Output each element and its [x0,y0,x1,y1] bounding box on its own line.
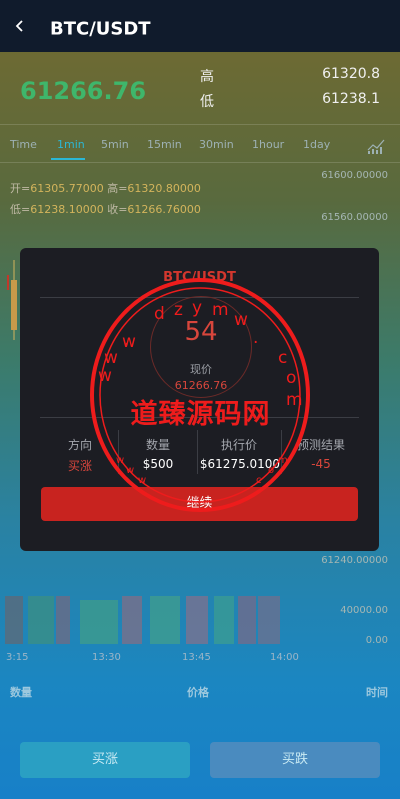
low-value: 61238.1 [322,91,380,107]
x-tick-label: 3:15 [6,652,29,663]
low-stat-label: 低= [10,203,31,216]
prediction-result-value: -45 [311,457,331,471]
tab-30min[interactable]: 30min [199,138,234,151]
tab-15min[interactable]: 15min [147,138,182,151]
current-price-label: 现价 [190,363,212,376]
column-header-quantity: 数量 [10,686,32,699]
high-label: 高 [200,69,214,85]
volume-tick-label: 40000.00 [340,605,388,616]
tab-time[interactable]: Time [10,138,37,151]
y-tick-label: 61240.00000 [321,555,388,566]
high-value: 61320.8 [322,66,380,82]
column-header-price: 价格 [187,686,209,699]
top-bar: BTC/USDT [0,0,400,52]
tab-1day[interactable]: 1day [303,138,330,151]
modal-title: BTC/USDT [163,270,236,285]
high-stat-label: 高= [107,182,128,195]
active-tab-indicator [51,158,85,160]
prediction-result-header: 预测结果 [296,438,345,452]
buy-down-button[interactable]: 买跌 [210,742,380,778]
high-stat-value: 61320.80000 [127,182,201,195]
quantity-value: $500 [142,457,174,471]
buy-up-button[interactable]: 买涨 [20,742,190,778]
column-header-time: 时间 [366,686,388,699]
direction-value: 买涨 [67,459,92,473]
tab-1min[interactable]: 1min [57,138,85,151]
low-stat-value: 61238.10000 [30,203,104,216]
continue-button[interactable]: 继续 [41,487,358,521]
back-arrow-icon[interactable] [14,20,26,32]
countdown-circle: 54 现价 61266.76 [150,296,252,398]
watermark-text: 道臻源码网 [130,399,271,430]
close-value: 61266.76000 [127,203,201,216]
low-label: 低 [200,94,214,110]
tab-5min[interactable]: 5min [101,138,129,151]
ohlc-row-2: 低=61238.10000 收=61266.76000 [10,201,201,217]
volume-tick-label: 0.00 [365,635,388,646]
chart-type-icon[interactable] [367,138,385,154]
current-price-value: 61266.76 [174,379,228,392]
divider [0,162,400,163]
tab-1hour[interactable]: 1hour [252,138,284,151]
timeframe-tabs: Time 1min 5min 15min 30min 1hour 1day [0,138,400,158]
countdown-number: 54 [184,317,218,347]
y-tick-label: 61560.00000 [321,212,388,223]
x-tick-label: 14:00 [270,652,299,663]
page-title: BTC/USDT [50,18,151,40]
close-label: 收= [107,203,128,216]
x-tick-label: 13:30 [92,652,121,663]
volume-bars [5,596,280,644]
direction-header: 方向 [67,438,92,452]
y-tick-label: 61600.00000 [321,170,388,181]
execution-price-header: 执行价 [220,438,257,452]
divider [197,430,198,474]
open-value: 61305.77000 [30,182,104,195]
x-tick-label: 13:45 [182,652,211,663]
open-label: 开= [10,182,31,195]
divider [0,124,400,125]
ohlc-row-1: 开=61305.77000 高=61320.80000 [10,180,201,196]
current-price: 61266.76 [20,77,147,105]
execution-price-value: $61275.0100 [199,457,281,471]
quantity-header: 数量 [145,438,170,452]
